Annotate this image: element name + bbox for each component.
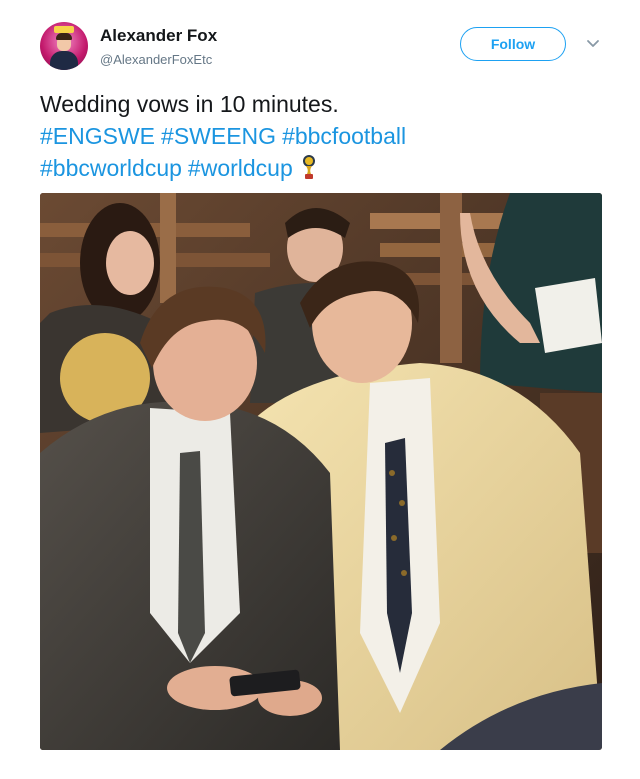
hashtag-link[interactable]: #worldcup [188,155,293,181]
tweet-photo[interactable] [40,193,602,750]
avatar-badge-graphic [54,26,74,33]
wedding-church-photo [40,193,602,750]
hashtag-link[interactable]: #SWEENG [161,123,276,149]
hashtag-link[interactable]: #bbcworldcup [40,155,182,181]
chevron-down-icon[interactable] [584,34,602,52]
tweet-text: Wedding vows in 10 minutes. #ENGSWE #SWEE… [40,88,600,184]
world-cup-trophy-icon [302,155,315,179]
follow-button[interactable]: Follow [460,27,566,61]
profile-avatar[interactable] [40,22,88,70]
hashtag-line: #bbcworldcup #worldcup [40,152,600,184]
tweet-line: Wedding vows in 10 minutes. [40,91,339,117]
hashtag-line: #ENGSWE #SWEENG #bbcfootball [40,120,600,152]
tweet-header: Alexander Fox @AlexanderFoxEtc Follow [40,22,610,78]
hashtag-link[interactable]: #ENGSWE [40,123,155,149]
user-display-name[interactable]: Alexander Fox [100,26,217,46]
hashtag-link[interactable]: #bbcfootball [282,123,406,149]
user-handle[interactable]: @AlexanderFoxEtc [100,52,212,67]
